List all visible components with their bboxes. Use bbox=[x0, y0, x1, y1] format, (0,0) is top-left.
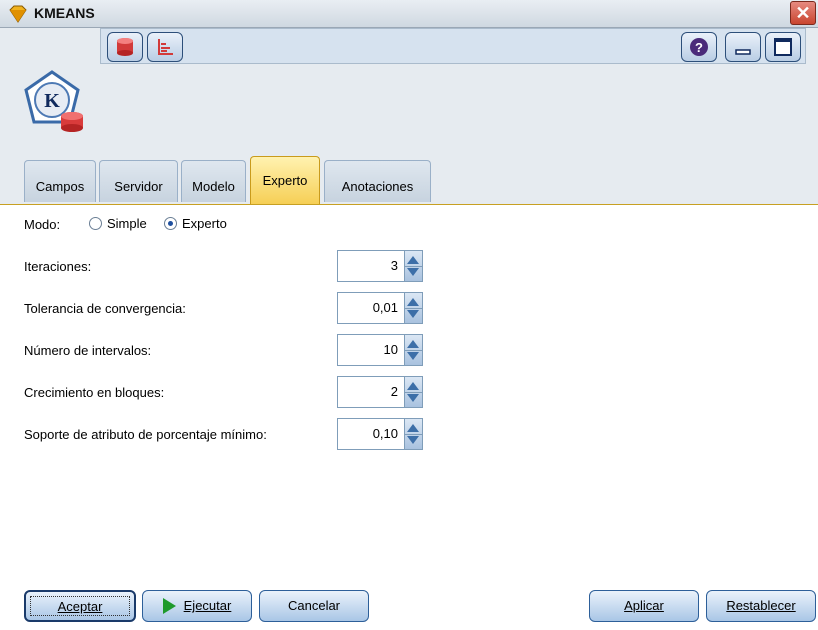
number-of-bins-field[interactable]: 10 bbox=[337, 334, 405, 366]
block-growth-label: Crecimiento en bloques: bbox=[24, 385, 165, 400]
iterations-field[interactable]: 3 bbox=[337, 250, 405, 282]
mode-expert-radio[interactable] bbox=[164, 217, 177, 230]
tab-campos[interactable]: Campos bbox=[24, 160, 96, 202]
bins-spin-buttons[interactable] bbox=[405, 334, 423, 366]
ok-button[interactable]: Aceptar bbox=[24, 590, 136, 622]
number-of-bins-stepper[interactable]: 10 bbox=[337, 334, 423, 366]
run-icon bbox=[162, 597, 176, 614]
tab-experto[interactable]: Experto bbox=[250, 156, 320, 204]
mode-expert-label[interactable]: Experto bbox=[182, 216, 227, 231]
cancel-button-label: Cancelar bbox=[287, 598, 341, 613]
app-diamond-icon bbox=[9, 5, 27, 23]
window-title: KMEANS bbox=[34, 5, 95, 21]
node-icon-letter: K bbox=[44, 90, 60, 112]
minimize-button[interactable] bbox=[725, 32, 761, 62]
convergence-tolerance-label: Tolerancia de convergencia: bbox=[24, 301, 186, 316]
database-button[interactable] bbox=[107, 32, 143, 62]
maximize-icon bbox=[774, 38, 792, 56]
chart-icon bbox=[158, 39, 173, 55]
spin-down-icon[interactable] bbox=[407, 310, 419, 318]
reset-button-label: Restablecer bbox=[726, 598, 796, 613]
mode-label: Modo: bbox=[24, 217, 61, 232]
convergence-tolerance-stepper[interactable]: 0,01 bbox=[337, 292, 423, 324]
title-bar: KMEANS ✕ bbox=[0, 0, 818, 28]
help-glyph: ? bbox=[695, 40, 703, 55]
block-growth-field[interactable]: 2 bbox=[337, 376, 405, 408]
spin-divider bbox=[405, 350, 422, 351]
mode-simple-radio[interactable] bbox=[89, 217, 102, 230]
cancel-button[interactable]: Cancelar bbox=[259, 590, 369, 622]
convergence-spin-buttons[interactable] bbox=[405, 292, 423, 324]
spin-up-icon[interactable] bbox=[407, 340, 419, 348]
close-button[interactable]: ✕ bbox=[790, 1, 816, 25]
iterations-label: Iteraciones: bbox=[24, 259, 92, 274]
spin-down-icon[interactable] bbox=[407, 436, 419, 444]
apply-button[interactable]: Aplicar bbox=[589, 590, 699, 622]
kmeans-node-icon: K bbox=[24, 70, 83, 132]
iterations-spin-buttons[interactable] bbox=[405, 250, 423, 282]
block-growth-spin-buttons[interactable] bbox=[405, 376, 423, 408]
tab-bar: Campos Servidor Modelo Experto Anotacion… bbox=[0, 156, 818, 204]
expert-settings-panel: Modo: Simple Experto Iteraciones: 3 Tole… bbox=[0, 204, 818, 630]
database-icon bbox=[117, 38, 133, 56]
min-percentage-support-stepper[interactable]: 0,10 bbox=[337, 418, 423, 450]
minimize-icon bbox=[735, 49, 751, 55]
spin-divider bbox=[405, 392, 422, 393]
reset-button[interactable]: Restablecer bbox=[706, 590, 816, 622]
tab-modelo[interactable]: Modelo bbox=[181, 160, 246, 202]
mode-simple-label[interactable]: Simple bbox=[107, 216, 147, 231]
apply-button-label: Aplicar bbox=[624, 598, 664, 613]
spin-divider bbox=[405, 266, 422, 267]
maximize-button[interactable] bbox=[765, 32, 801, 62]
close-icon: ✕ bbox=[795, 3, 811, 23]
spin-down-icon[interactable] bbox=[407, 394, 419, 402]
tab-servidor[interactable]: Servidor bbox=[99, 160, 178, 202]
min-support-spin-buttons[interactable] bbox=[405, 418, 423, 450]
node-header: K ? bbox=[0, 28, 818, 156]
spin-up-icon[interactable] bbox=[407, 382, 419, 390]
node-toolbar: ? bbox=[100, 28, 806, 64]
spin-up-icon[interactable] bbox=[407, 256, 419, 264]
min-percentage-support-field[interactable]: 0,10 bbox=[337, 418, 405, 450]
min-percentage-support-label: Soporte de atributo de porcentaje mínimo… bbox=[24, 427, 267, 442]
chart-button[interactable] bbox=[147, 32, 183, 62]
tab-anotaciones[interactable]: Anotaciones bbox=[324, 160, 431, 202]
spin-down-icon[interactable] bbox=[407, 352, 419, 360]
spin-down-icon[interactable] bbox=[407, 268, 419, 276]
run-button-label: Ejecutar bbox=[183, 598, 232, 613]
run-button[interactable]: Ejecutar bbox=[142, 590, 252, 622]
iterations-stepper[interactable]: 3 bbox=[337, 250, 423, 282]
help-button[interactable]: ? bbox=[681, 32, 717, 62]
spin-divider bbox=[405, 434, 422, 435]
block-growth-stepper[interactable]: 2 bbox=[337, 376, 423, 408]
spin-divider bbox=[405, 308, 422, 309]
convergence-tolerance-field[interactable]: 0,01 bbox=[337, 292, 405, 324]
number-of-bins-label: Número de intervalos: bbox=[24, 343, 152, 358]
spin-up-icon[interactable] bbox=[407, 424, 419, 432]
focus-ring bbox=[30, 596, 130, 616]
help-icon: ? bbox=[690, 38, 708, 56]
spin-up-icon[interactable] bbox=[407, 298, 419, 306]
